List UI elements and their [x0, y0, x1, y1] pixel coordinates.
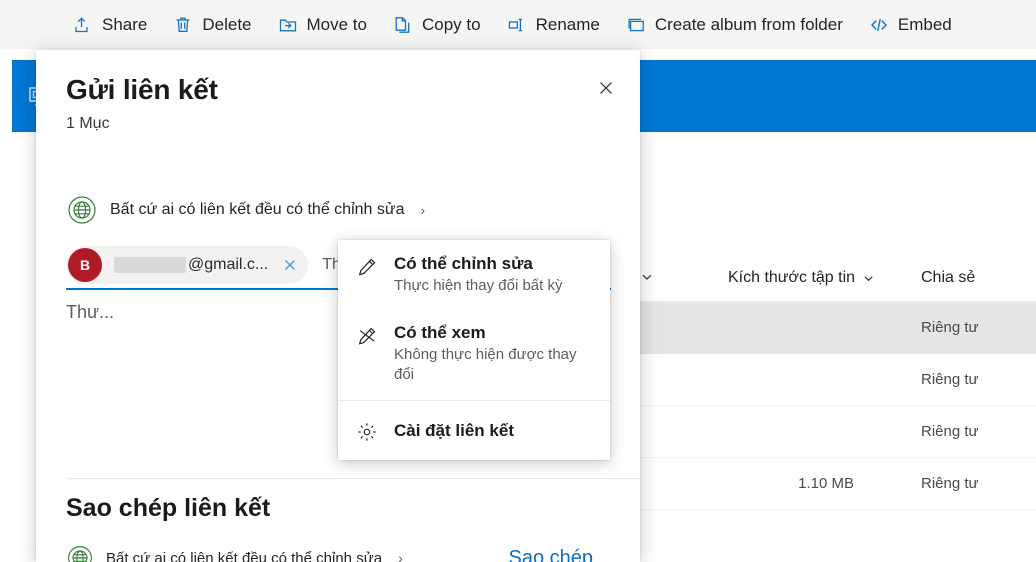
command-create-album-label: Create album from folder — [654, 14, 843, 34]
menu-item-can-view[interactable]: Có thể xem Không thực hiện được thay đổi — [338, 309, 610, 398]
cell-sharing: Riêng tư — [921, 319, 979, 336]
close-icon — [596, 78, 616, 103]
redacted-email-bar — [114, 257, 186, 273]
share-icon — [73, 15, 93, 35]
column-header-sharing[interactable]: Chia sẻ — [921, 269, 975, 287]
table-row[interactable]: Riêng tư — [636, 302, 1036, 354]
app-root: Share Delete Move to Copy to Rename Crea… — [0, 0, 1036, 562]
command-embed[interactable]: Embed — [856, 0, 965, 49]
avatar: B — [68, 248, 102, 282]
menu-item-can-edit[interactable]: Có thể chỉnh sửa Thực hiện thay đổi bất … — [338, 240, 610, 309]
command-delete[interactable]: Delete — [160, 0, 264, 49]
column-header-file-size[interactable]: Kích thước tập tin — [728, 269, 875, 287]
command-move-to[interactable]: Move to — [265, 0, 380, 49]
copy-link-permission-label: Bất cứ ai có liên kết đều có thể chỉnh s… — [106, 549, 383, 562]
command-move-to-label: Move to — [306, 14, 367, 34]
command-share-label: Share — [102, 14, 148, 34]
file-list-header: Kích thước tập tin Chia sẻ — [636, 256, 1036, 302]
command-embed-label: Embed — [897, 14, 952, 34]
command-rename[interactable]: Rename — [494, 0, 613, 49]
command-create-album[interactable]: Create album from folder — [613, 0, 856, 49]
chevron-right-icon: › — [398, 550, 403, 562]
remove-recipient-button[interactable] — [278, 253, 302, 277]
menu-item-can-view-desc: Không thực hiện được thay đổi — [394, 346, 577, 383]
command-delete-label: Delete — [202, 14, 252, 34]
recipient-email: @gmail.c... — [188, 256, 269, 273]
command-copy-to[interactable]: Copy to — [380, 0, 494, 49]
table-row[interactable]: Riêng tư — [636, 354, 1036, 406]
pencil-slash-icon — [356, 325, 378, 347]
dialog-subtitle: 1 Mục — [66, 115, 110, 132]
permission-dropdown-menu: Có thể chỉnh sửa Thực hiện thay đổi bất … — [338, 240, 610, 460]
message-placeholder: Thư... — [66, 302, 115, 322]
command-rename-label: Rename — [535, 14, 600, 34]
chevron-down-icon[interactable] — [640, 270, 654, 289]
command-share[interactable]: Share — [60, 0, 160, 49]
copy-link-permission-button[interactable]: Bất cứ ai có liên kết đều có thể chỉnh s… — [66, 544, 403, 562]
cell-sharing: Riêng tư — [921, 371, 979, 388]
pencil-icon — [356, 256, 378, 278]
command-copy-to-label: Copy to — [422, 14, 481, 34]
globe-icon — [66, 194, 98, 226]
album-icon — [626, 15, 646, 35]
menu-item-link-settings-title: Cài đặt liên kết — [394, 420, 514, 440]
dialog-title: Gửi liên kết — [66, 74, 218, 105]
menu-item-can-view-title: Có thể xem — [394, 323, 486, 342]
copy-button[interactable]: Sao chép — [508, 547, 593, 562]
close-icon — [285, 259, 296, 271]
globe-icon — [66, 544, 94, 562]
close-button[interactable] — [586, 70, 626, 110]
menu-item-can-edit-title: Có thể chỉnh sửa — [394, 254, 533, 273]
cell-file-size: 1.10 MB — [798, 475, 854, 492]
trash-icon — [173, 15, 193, 35]
copy-document-icon — [393, 15, 413, 35]
link-permission-button[interactable]: Bất cứ ai có liên kết đều có thể chỉnh s… — [66, 194, 425, 226]
menu-item-link-settings[interactable]: Cài đặt liên kết — [338, 401, 610, 460]
cell-sharing: Riêng tư — [921, 423, 979, 440]
link-permission-label: Bất cứ ai có liên kết đều có thể chỉnh s… — [110, 201, 405, 218]
move-to-folder-icon — [278, 15, 298, 35]
copy-link-row: Bất cứ ai có liên kết đều có thể chỉnh s… — [66, 544, 611, 562]
gear-icon — [356, 421, 378, 443]
chevron-right-icon: › — [420, 202, 426, 218]
code-embed-icon — [869, 15, 889, 35]
menu-item-can-edit-desc: Thực hiện thay đổi bất kỳ — [394, 277, 563, 294]
copy-link-title: Sao chép liên kết — [66, 494, 271, 522]
column-header-file-size-label: Kích thước tập tin — [728, 269, 856, 286]
section-divider — [66, 478, 640, 479]
table-row[interactable]: Riêng tư — [636, 406, 1036, 458]
chevron-down-icon — [864, 275, 873, 281]
file-list: Kích thước tập tin Chia sẻ Riêng tư Riên… — [636, 256, 1036, 562]
rename-icon — [507, 15, 527, 35]
command-bar: Share Delete Move to Copy to Rename Crea… — [0, 0, 1036, 49]
recipient-chip[interactable]: B @gmail.c... — [66, 246, 309, 284]
table-row[interactable]: 1.10 MB Riêng tư — [636, 458, 1036, 510]
cell-sharing: Riêng tư — [921, 475, 979, 492]
